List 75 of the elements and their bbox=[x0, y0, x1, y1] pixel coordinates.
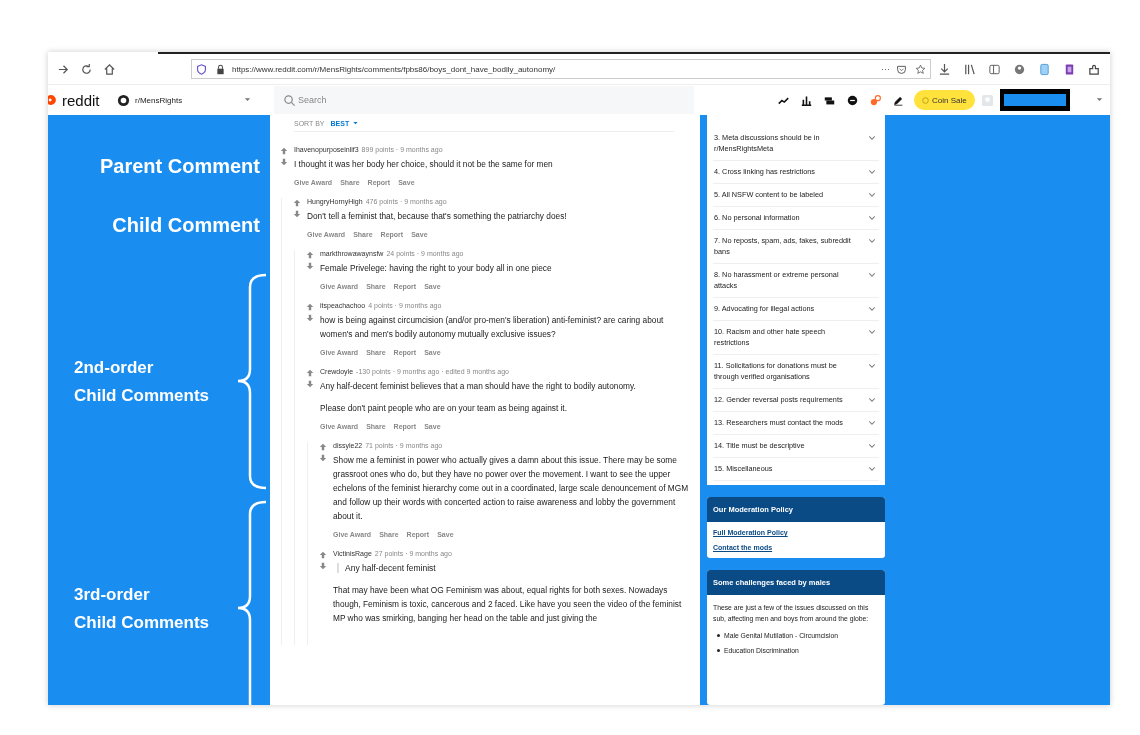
community-icon bbox=[117, 93, 130, 107]
redaction-box bbox=[999, 89, 1070, 111]
cards-icon[interactable] bbox=[824, 94, 835, 106]
shield-icon bbox=[196, 63, 207, 75]
upvote-icon[interactable] bbox=[293, 199, 301, 207]
upvote-icon[interactable] bbox=[280, 147, 288, 155]
lock-icon bbox=[215, 63, 226, 75]
star-icon[interactable] bbox=[915, 63, 926, 75]
chevron-icon bbox=[868, 420, 876, 426]
downvote-icon[interactable] bbox=[319, 562, 327, 570]
comment-text: how is being against circumcision (and/or pro-men's liberation) anti-feminist? are caring about women's and men's bodily autonomy mutually exclusive issues? bbox=[320, 314, 665, 341]
page-actions-menu[interactable]: ··· bbox=[881, 64, 890, 74]
chat-icon[interactable] bbox=[847, 94, 858, 106]
chevron-icon bbox=[868, 238, 876, 244]
annotation-label: Parent Comment bbox=[99, 155, 260, 178]
chevron-icon bbox=[868, 169, 876, 175]
annotation-label: Child Comments bbox=[74, 385, 211, 406]
chevron-icon bbox=[868, 397, 876, 403]
downvote-icon[interactable] bbox=[319, 454, 327, 462]
chevron-icon bbox=[868, 443, 876, 449]
notebook-icon[interactable] bbox=[1063, 62, 1076, 76]
pocket-icon[interactable] bbox=[896, 63, 907, 75]
account-icon[interactable] bbox=[1013, 62, 1026, 76]
chevron-icon bbox=[868, 192, 876, 198]
chevron-icon bbox=[868, 363, 876, 369]
reload-icon[interactable] bbox=[80, 62, 93, 76]
caret-icon bbox=[243, 97, 252, 103]
coin-icon bbox=[922, 96, 929, 104]
annotation-label: 3rd-order bbox=[74, 584, 151, 605]
coin-sale-button[interactable]: Coin Sale bbox=[914, 90, 975, 110]
pencil-icon[interactable] bbox=[893, 94, 904, 106]
bullet-icon bbox=[717, 649, 720, 652]
community-dropdown[interactable]: r/MensRights bbox=[112, 93, 262, 107]
annotation-label: 2nd-order bbox=[74, 357, 155, 378]
downvote-icon[interactable] bbox=[306, 380, 314, 388]
comment-text: Show me a feminist in power who actually gives a damn about this issue. There may be some grassroot ones who do, but they have no power over the movement. I want to see the upper echelons of the feminist hierarchy come out in a coordinated, large scale denouncement of MGM and follow up their words with concerted action to raise awareness and lobby the government about it. bbox=[333, 454, 690, 523]
notification-icon[interactable] bbox=[870, 94, 881, 106]
comment-quote: Any half-decent feminist bbox=[337, 563, 692, 573]
downvote-icon[interactable] bbox=[306, 314, 314, 322]
library-icon[interactable] bbox=[963, 62, 976, 76]
upvote-icon[interactable] bbox=[306, 369, 314, 377]
bar-chart-icon[interactable] bbox=[801, 94, 812, 106]
search-field[interactable]: Search bbox=[274, 86, 694, 114]
chevron-icon bbox=[868, 329, 876, 335]
caret-icon[interactable] bbox=[1095, 97, 1104, 103]
upvote-icon[interactable] bbox=[319, 551, 327, 559]
sidebar-icon[interactable] bbox=[988, 62, 1001, 76]
search-icon bbox=[283, 94, 296, 107]
comment-text: Don't tell a feminist that, because that's something the patriarchy does! bbox=[307, 210, 568, 223]
downvote-icon[interactable] bbox=[306, 262, 314, 270]
extension-icon[interactable] bbox=[1088, 62, 1101, 76]
comment-text: I thought it was her body her choice, should it not be the same for men bbox=[294, 158, 554, 171]
download-icon[interactable] bbox=[938, 62, 951, 76]
chevron-icon bbox=[868, 215, 876, 221]
site-logo[interactable]: reddit bbox=[48, 91, 108, 109]
downvote-icon[interactable] bbox=[280, 158, 288, 166]
comment-text: Please don't paint people who are on your team as being against it. bbox=[320, 402, 568, 415]
chevron-icon bbox=[868, 272, 876, 278]
caret-icon bbox=[352, 120, 360, 126]
home-icon[interactable] bbox=[103, 62, 116, 76]
comment-text: Any half-decent feminist believes that a man should have the right to bodily autonomy. bbox=[320, 380, 637, 393]
annotation-label: Child Comment bbox=[112, 214, 260, 237]
tablet-icon[interactable] bbox=[1038, 62, 1051, 76]
annotation-label: Child Comments bbox=[74, 612, 211, 633]
comment-text: Female Privelege: having the right to your body all in one piece bbox=[320, 262, 553, 275]
address-bar[interactable]: https://www.reddit.com/r/MensRights/comments/fpbs86/boys_dont_have_bodily_autonomy/ ··· bbox=[191, 59, 931, 79]
chevron-icon bbox=[868, 466, 876, 472]
chevron-icon bbox=[868, 306, 876, 312]
downvote-icon[interactable] bbox=[293, 210, 301, 218]
bullet-icon bbox=[717, 634, 720, 637]
upvote-icon[interactable] bbox=[306, 303, 314, 311]
upvote-icon[interactable] bbox=[319, 443, 327, 451]
comment-text: That may have been what OG Feminism was about, equal rights for both sexes. Nowadays though, Feminism is toxic, cancerous and 2 faced. Like have you seen the video of the feminist MP who was smirking, banging her head on the table and just giving the bbox=[333, 584, 683, 625]
upvote-icon[interactable] bbox=[306, 251, 314, 259]
chevron-icon bbox=[868, 135, 876, 141]
